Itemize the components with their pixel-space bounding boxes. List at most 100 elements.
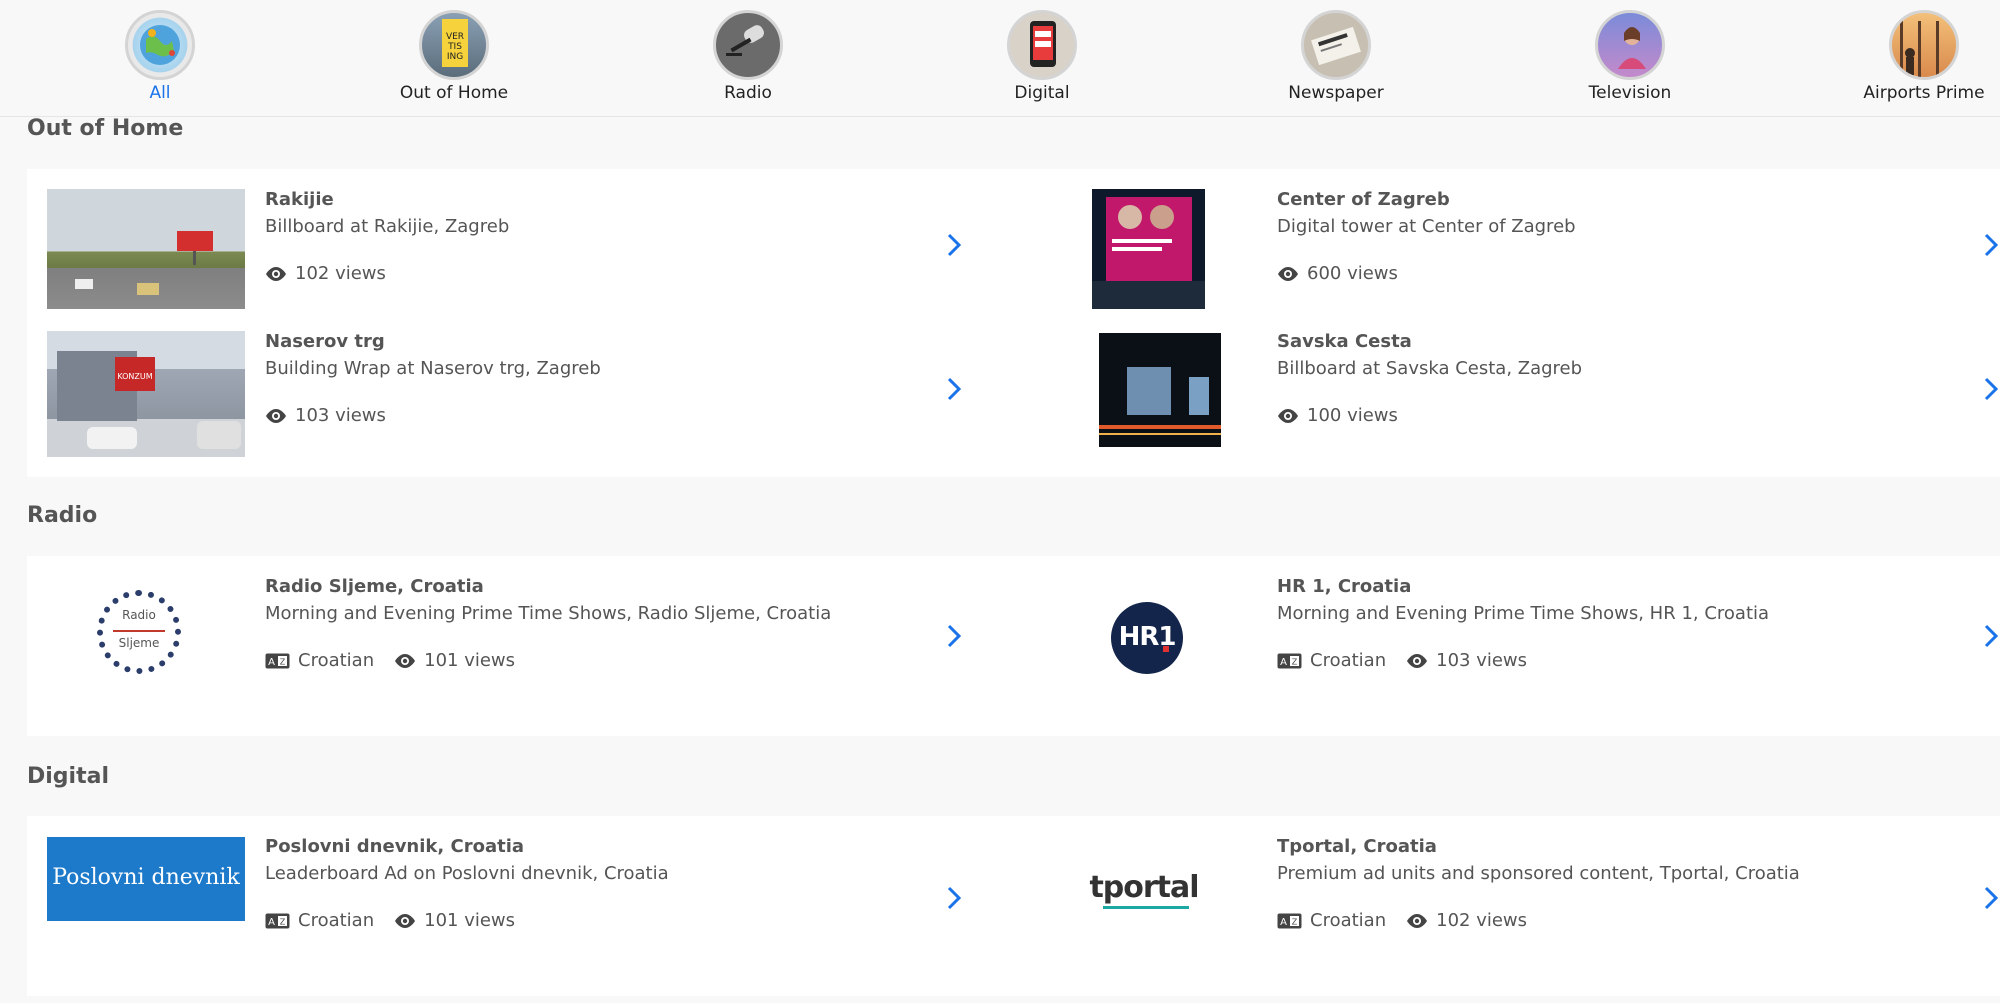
- chevron-right-icon[interactable]: [943, 375, 965, 403]
- svg-text:Z: Z: [1292, 917, 1298, 926]
- poslovni-dnevnik-logo: Poslovni dnevnik: [47, 837, 245, 921]
- language-label: Croatian: [1310, 910, 1387, 931]
- eye-icon: [1407, 653, 1428, 668]
- category-out-of-home[interactable]: VER TIS ING Out of Home: [354, 10, 554, 103]
- language-icon: AZ: [265, 653, 290, 668]
- listing-meta: 102 views: [265, 263, 406, 284]
- chevron-right-icon[interactable]: [943, 622, 965, 650]
- views-count: 101 views: [424, 910, 516, 931]
- section-title-digital: Digital: [27, 764, 109, 789]
- category-label: Television: [1588, 83, 1672, 103]
- views-count: 102 views: [1436, 910, 1528, 931]
- chevron-right-icon[interactable]: [1980, 884, 2000, 912]
- listing-card[interactable]: Poslovni dnevnik Poslovni dnevnik, Croat…: [27, 816, 1027, 996]
- views-count: 600 views: [1307, 263, 1398, 284]
- listing-card[interactable]: HR1 HR 1, Croatia Morning and Evening Pr…: [1039, 556, 2000, 736]
- svg-text:ING: ING: [447, 52, 463, 62]
- svg-text:A: A: [1280, 657, 1287, 668]
- listing-meta: A Z Croatian 102 views: [1277, 910, 1547, 931]
- views-count: 103 views: [1436, 650, 1528, 671]
- listing-card[interactable]: Radio Sljeme Radio Sljeme, Croatia Morni…: [27, 556, 1027, 736]
- svg-text:A: A: [1280, 917, 1287, 928]
- eye-icon: [395, 913, 416, 928]
- listing-subtitle: Digital tower at Center of Zagreb: [1277, 216, 1576, 237]
- listing-image: KONZUM: [47, 331, 245, 457]
- category-newspaper[interactable]: Newspaper: [1236, 10, 1436, 103]
- language-icon: AZ: [265, 913, 290, 928]
- listing-card[interactable]: Center of Zagreb Digital tower at Center…: [1039, 169, 2000, 323]
- listing-title: Savska Cesta: [1277, 331, 1412, 352]
- eye-icon: [395, 653, 416, 668]
- radio-sljeme-logo: Radio Sljeme: [97, 590, 181, 674]
- section-panel-out-of-home: Rakijie Billboard at Rakijie, Zagreb 102…: [27, 169, 2000, 477]
- language-label: Croatian: [1310, 650, 1387, 671]
- category-all[interactable]: All: [60, 10, 260, 103]
- listing-title: Rakijie: [265, 189, 334, 210]
- chevron-right-icon[interactable]: [1980, 231, 2000, 259]
- listing-subtitle: Billboard at Rakijie, Zagreb: [265, 216, 510, 237]
- svg-text:TIS: TIS: [447, 42, 462, 52]
- airport-icon: [1889, 10, 1959, 80]
- category-label: Digital: [1014, 83, 1070, 103]
- section-title-radio: Radio: [27, 503, 98, 528]
- listing-card[interactable]: tportal Tportal, Croatia Premium ad unit…: [1039, 816, 2000, 996]
- svg-text:A: A: [268, 917, 275, 928]
- language-icon: AZ: [1277, 913, 1302, 928]
- chevron-right-icon[interactable]: [943, 231, 965, 259]
- newspaper-icon: [1301, 10, 1371, 80]
- listing-meta: 103 views: [265, 405, 406, 426]
- svg-text:VER: VER: [446, 32, 464, 42]
- listing-subtitle: Leaderboard Ad on Poslovni dnevnik, Croa…: [265, 863, 669, 884]
- smartphone-icon: [1007, 10, 1077, 80]
- listing-subtitle: Building Wrap at Naserov trg, Zagreb: [265, 358, 601, 379]
- svg-text:Z: Z: [280, 917, 286, 926]
- listing-title: Tportal, Croatia: [1277, 836, 1437, 857]
- eye-icon: [266, 266, 286, 281]
- language-label: Croatian: [298, 910, 375, 931]
- category-television[interactable]: Television: [1530, 10, 1730, 103]
- chevron-right-icon[interactable]: [943, 884, 965, 912]
- views-count: 102 views: [295, 263, 386, 284]
- listing-card[interactable]: Rakijie Billboard at Rakijie, Zagreb 102…: [27, 169, 1027, 323]
- listing-title: Radio Sljeme, Croatia: [265, 576, 484, 597]
- category-radio[interactable]: Radio: [648, 10, 848, 103]
- listing-subtitle: Billboard at Savska Cesta, Zagreb: [1277, 358, 1583, 379]
- category-label: Radio: [724, 83, 772, 103]
- globe-icon: [125, 10, 195, 80]
- hr1-logo: HR1: [1111, 602, 1183, 674]
- svg-text:KONZUM: KONZUM: [117, 372, 152, 381]
- views-count: 101 views: [424, 650, 516, 671]
- category-digital[interactable]: Digital: [942, 10, 1142, 103]
- listing-title: Naserov trg: [265, 331, 385, 352]
- listing-meta: A Z Croatian 101 views: [265, 650, 535, 671]
- listing-image: [47, 189, 245, 309]
- eye-icon: [266, 408, 286, 423]
- listing-subtitle: Morning and Evening Prime Time Shows, Ra…: [265, 603, 832, 624]
- listing-subtitle: Premium ad units and sponsored content, …: [1277, 863, 1800, 884]
- listing-meta: A Z Croatian 103 views: [1277, 650, 1547, 671]
- chevron-right-icon[interactable]: [1980, 375, 2000, 403]
- category-label: Out of Home: [399, 83, 509, 103]
- listing-title: HR 1, Croatia: [1277, 576, 1412, 597]
- svg-text:A: A: [268, 657, 275, 668]
- category-label: All: [149, 83, 171, 103]
- eye-icon: [1278, 266, 1298, 281]
- chevron-right-icon[interactable]: [1980, 622, 2000, 650]
- eye-icon: [1407, 913, 1428, 928]
- language-label: Croatian: [298, 650, 375, 671]
- listing-meta: 600 views: [1277, 263, 1418, 284]
- section-title-out-of-home: Out of Home: [27, 116, 184, 141]
- views-count: 100 views: [1307, 405, 1398, 426]
- tportal-logo: tportal: [1079, 870, 1209, 910]
- listing-image: [1092, 189, 1205, 309]
- category-airports-prime[interactable]: Airports Prime: [1824, 10, 2000, 103]
- listing-card[interactable]: Savska Cesta Billboard at Savska Cesta, …: [1039, 311, 2000, 465]
- views-count: 103 views: [295, 405, 386, 426]
- microphone-icon: [713, 10, 783, 80]
- listing-meta: 100 views: [1277, 405, 1418, 426]
- svg-text:Z: Z: [1292, 657, 1298, 666]
- category-label: Airports Prime: [1863, 83, 1985, 103]
- listing-title: Poslovni dnevnik, Croatia: [265, 836, 525, 857]
- eye-icon: [1278, 408, 1298, 423]
- listing-card[interactable]: KONZUM Naserov trg Building Wrap at Nase…: [27, 311, 1027, 465]
